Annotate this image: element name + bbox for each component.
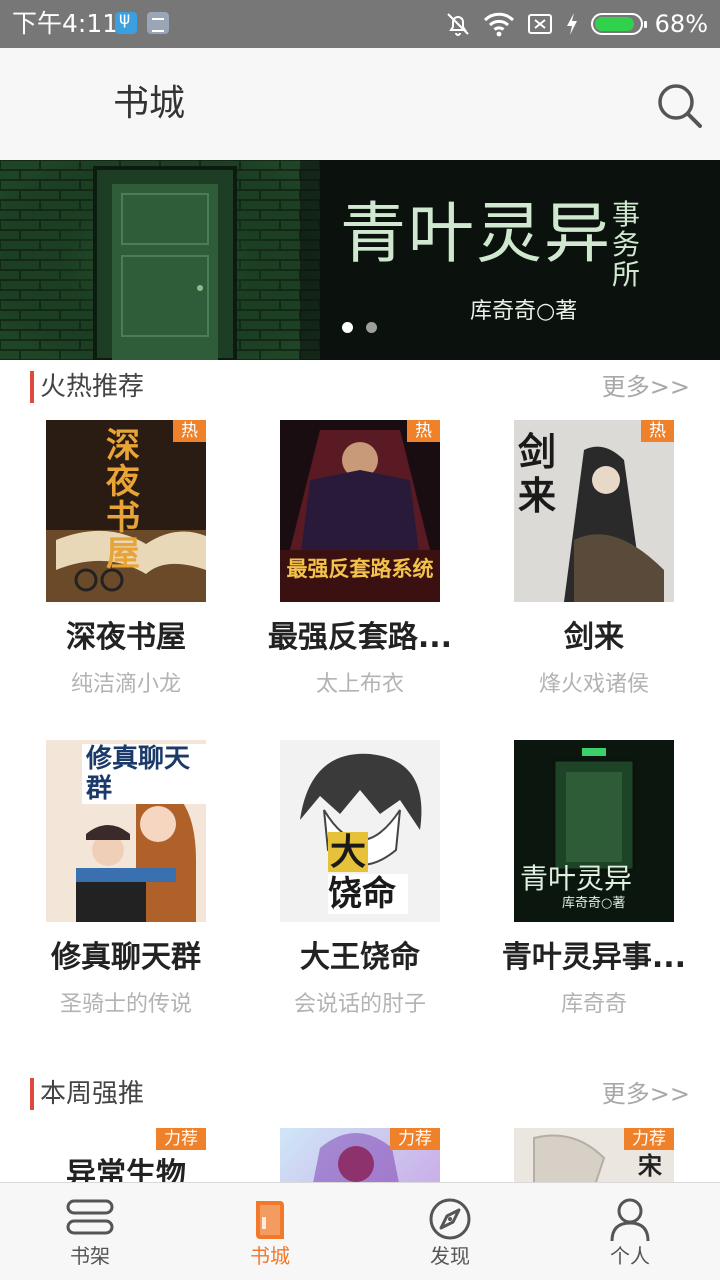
- book-title: 最强反套路...: [267, 620, 453, 655]
- cover-title: 异常生物: [66, 1157, 186, 1183]
- book-cover[interactable]: 剑来 热: [514, 420, 674, 602]
- bottom-nav: 书架 书城 发现 个人: [0, 1182, 720, 1280]
- battery-percent: 68%: [654, 10, 708, 38]
- status-time: 下午4:11: [12, 9, 119, 38]
- bookshelf-icon: [66, 1199, 114, 1235]
- app-header: 书城: [0, 48, 720, 160]
- cover-title-2: 饶命: [328, 874, 408, 914]
- mute-icon: [446, 13, 469, 36]
- nav-item-profile[interactable]: 个人: [540, 1183, 720, 1280]
- book-cover[interactable]: 宋 力荐: [514, 1128, 674, 1182]
- cover-title: 大王: [328, 831, 368, 912]
- recommend-tag: 力荐: [390, 1128, 440, 1150]
- nav-label: 书城: [250, 1244, 290, 1268]
- carousel-dot-active[interactable]: [342, 322, 353, 333]
- nav-item-bookstore[interactable]: 书城: [180, 1183, 360, 1280]
- more-link[interactable]: 更多>>: [602, 369, 690, 405]
- section-title: 本周强推: [40, 1079, 145, 1109]
- cover-title: 剑来: [518, 429, 557, 518]
- book-title: 大王饶命: [300, 940, 420, 975]
- status-bar: 下午4:11 68%: [0, 0, 720, 48]
- book-author: 会说话的肘子: [293, 992, 426, 1017]
- more-link[interactable]: 更多>>: [602, 1076, 690, 1112]
- section-accent-bar: [30, 371, 34, 403]
- status-icons: 68%: [445, 8, 708, 40]
- banner-carousel[interactable]: 青叶灵异 事务所 库奇奇○著: [0, 160, 720, 360]
- hot-tag: 热: [173, 420, 206, 442]
- section-accent-bar: [30, 1078, 34, 1110]
- usb-icon: [115, 9, 137, 34]
- cover-title: 修真聊天群: [82, 744, 206, 804]
- banner-subtitle: 事务所: [612, 198, 641, 291]
- book-cover[interactable]: 大王 饶命: [280, 740, 440, 922]
- book-author: 纯洁滴小龙: [70, 672, 181, 697]
- cover-title: 深夜书屋: [106, 426, 140, 574]
- cover-title: 青叶灵异: [520, 862, 633, 895]
- book-card[interactable]: 异常生物 力荐: [20, 1128, 220, 1182]
- person-icon: [610, 1198, 650, 1242]
- book-author: 圣骑士的传说: [59, 992, 192, 1017]
- nav-label: 个人: [610, 1244, 650, 1268]
- hot-tag: 热: [641, 420, 674, 442]
- cover-author: 库奇奇○著: [562, 896, 626, 911]
- hot-tag: 热: [407, 420, 440, 442]
- wifi-icon: [483, 12, 514, 37]
- section-header-weekly: 本周强推 更多>>: [0, 1072, 720, 1118]
- section-title: 火热推荐: [40, 372, 145, 402]
- cover-title: 宋: [638, 1151, 662, 1180]
- charging-icon: [566, 13, 577, 35]
- nav-item-discover[interactable]: 发现: [360, 1183, 540, 1280]
- book-cover[interactable]: 最强反套路系统 热: [280, 420, 440, 602]
- book-author: 太上布衣: [315, 672, 404, 697]
- page-title: 书城: [113, 83, 186, 124]
- section-header-hot: 火热推荐 更多>>: [0, 365, 720, 411]
- book-card[interactable]: 力荐: [254, 1128, 454, 1182]
- nav-label: 书架: [70, 1244, 110, 1268]
- recommend-tag: 力荐: [624, 1128, 674, 1150]
- no-sim-icon: [527, 14, 552, 34]
- nav-label: 发现: [430, 1244, 470, 1268]
- recommend-tag: 力荐: [156, 1128, 206, 1150]
- book-title: 修真聊天群: [51, 940, 201, 975]
- notification-icon: [147, 12, 169, 34]
- search-icon[interactable]: [654, 80, 704, 130]
- book-author: 库奇奇: [560, 992, 627, 1017]
- book-cover[interactable]: 力荐: [280, 1128, 440, 1182]
- banner-author: 库奇奇○著: [470, 299, 578, 324]
- cover-title: 最强反套路系统: [286, 556, 434, 581]
- book-cover[interactable]: 异常生物 力荐: [46, 1128, 206, 1182]
- banner-title: 青叶灵异: [340, 195, 612, 272]
- bookstore-icon: [256, 1201, 284, 1239]
- compass-icon: [429, 1198, 471, 1240]
- book-title: 深夜书屋: [66, 620, 186, 655]
- nav-item-bookshelf[interactable]: 书架: [0, 1183, 180, 1280]
- book-title: 青叶灵异事...: [501, 940, 687, 975]
- book-cover[interactable]: 青叶灵异 库奇奇○著: [514, 740, 674, 922]
- book-title: 剑来: [564, 620, 624, 655]
- book-author: 烽火戏诸侯: [538, 672, 649, 697]
- book-cover[interactable]: 修真聊天群: [46, 740, 206, 922]
- book-card[interactable]: 宋 力荐: [488, 1128, 688, 1182]
- battery-icon: [590, 13, 647, 35]
- book-cover[interactable]: 深夜书屋 热: [46, 420, 206, 602]
- carousel-dot[interactable]: [366, 322, 377, 333]
